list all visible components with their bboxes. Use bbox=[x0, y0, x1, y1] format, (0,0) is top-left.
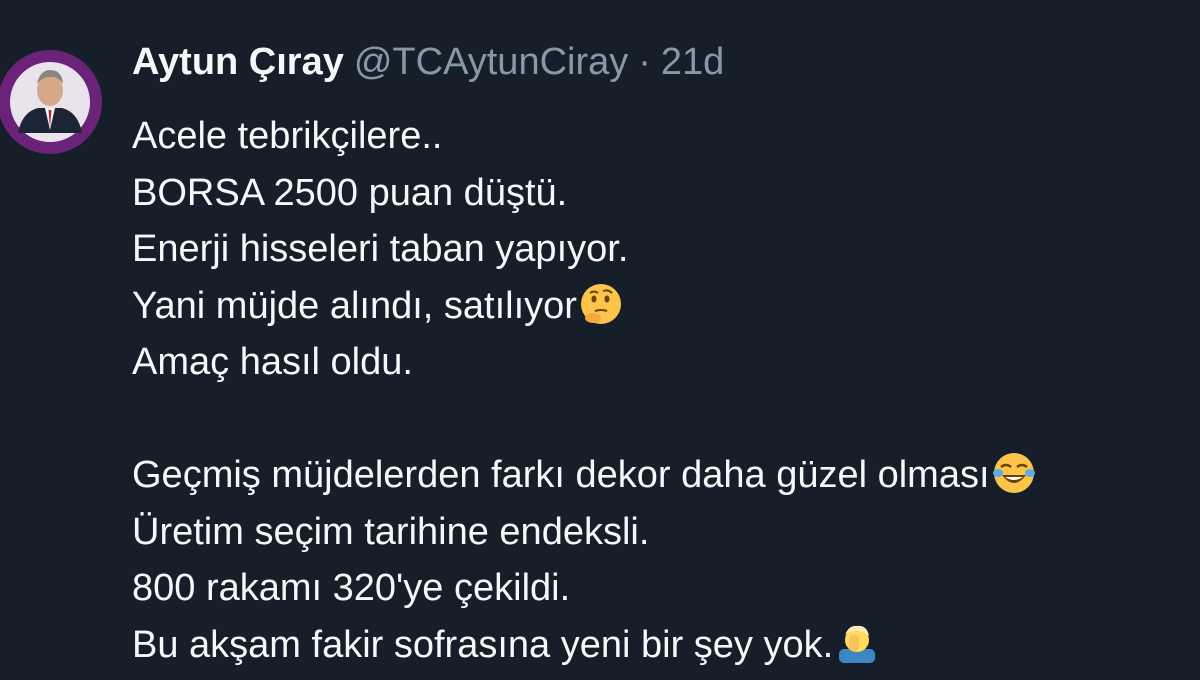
header-separator: · bbox=[638, 41, 651, 83]
tweet-line: Geçmiş müjdelerden farkı dekor daha güze… bbox=[132, 447, 1192, 504]
tweet-line-text: Geçmiş müjdelerden farkı dekor daha güze… bbox=[132, 454, 990, 496]
tweet-line: Enerji hisseleri taban yapıyor. bbox=[132, 228, 629, 270]
tweet-line: Amaç hasıl oldu. bbox=[132, 341, 413, 383]
tweet-line: BORSA 2500 puan düştü. bbox=[132, 171, 568, 214]
thinking-face-icon bbox=[580, 283, 621, 324]
author-handle[interactable]: @TCAytunCiray bbox=[354, 41, 628, 83]
tweet-line-text: Bu akşam fakir sofrasına yeni bir şey yo… bbox=[132, 623, 834, 666]
tweet-line: Üretim seçim tarihine endeksli. bbox=[132, 510, 650, 553]
avatar-image bbox=[0, 50, 102, 154]
face-with-tears-of-joy-icon bbox=[992, 453, 1035, 493]
tweet-line: Bu akşam fakir sofrasına yeni bir şey yo… bbox=[132, 617, 1192, 674]
tweet-line: Yani müjde alındı, satılıyor bbox=[132, 278, 1192, 335]
author-name[interactable]: Aytun Çıray bbox=[132, 41, 344, 83]
tweet-line-text: Yani müjde alındı, satılıyor bbox=[132, 284, 577, 327]
tweet-line: Acele tebrikçilere.. bbox=[132, 115, 443, 157]
tweet-timestamp[interactable]: 21d bbox=[661, 41, 724, 83]
person-facepalming-icon bbox=[839, 625, 876, 663]
tweet-text: Acele tebrikçilere.. BORSA 2500 puan düş… bbox=[132, 108, 1192, 673]
tweet-line: 800 rakamı 320'ye çekildi. bbox=[132, 567, 571, 609]
author-avatar[interactable] bbox=[0, 28, 102, 176]
tweet-header: Aytun Çıray @TCAytunCiray · 21d bbox=[132, 40, 724, 84]
tweet-card[interactable]: Aytun Çıray @TCAytunCiray · 21d Acele tebri… bbox=[0, 0, 1200, 680]
